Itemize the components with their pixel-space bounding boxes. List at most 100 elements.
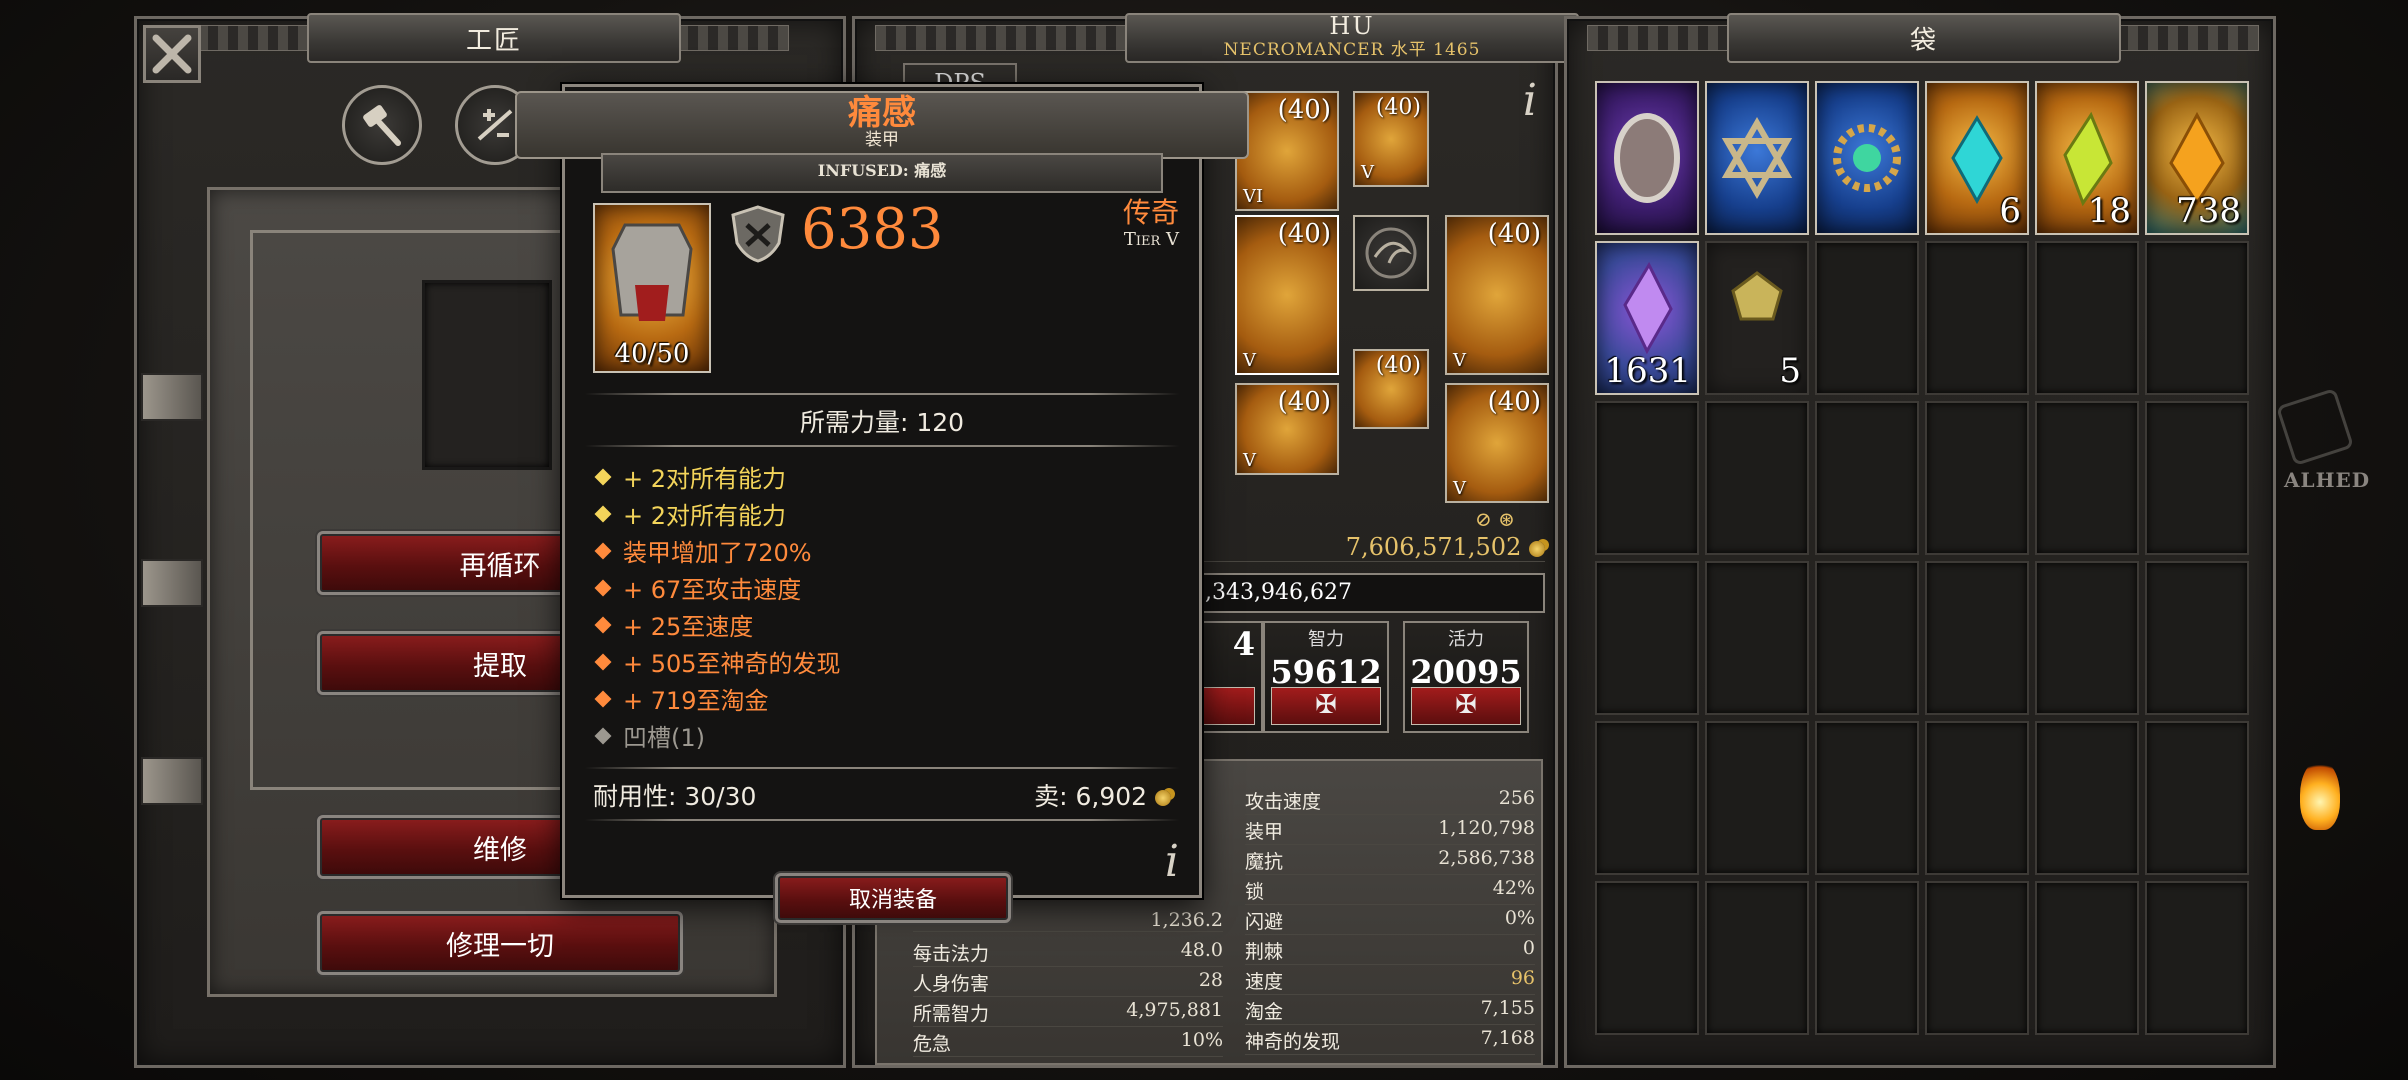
mirror-icon — [1614, 113, 1680, 203]
bag-empty-slot[interactable] — [2145, 881, 2249, 1035]
bag-empty-slot[interactable] — [2145, 241, 2249, 395]
armor-value: 6383 — [801, 197, 944, 262]
gear-slot-tier: V — [1453, 478, 1466, 499]
hexagram-icon — [1721, 116, 1793, 200]
bag-empty-slot[interactable] — [1925, 721, 2029, 875]
gear-slot-belt[interactable]: (40) V — [1235, 383, 1339, 475]
bag-empty-slot[interactable] — [1595, 401, 1699, 555]
gear-slot-shoulder[interactable]: (40) VI — [1235, 91, 1339, 211]
repair-label: 维修 — [473, 834, 527, 866]
stat-row: 人身伤害 28 — [913, 969, 1223, 997]
bag-empty-slot[interactable] — [2145, 721, 2249, 875]
bag-item-purple-crystal[interactable]: 1631 — [1595, 241, 1699, 395]
stat-row: 装甲 1,120,798 — [1245, 817, 1535, 845]
bag-empty-slot[interactable] — [2035, 881, 2139, 1035]
currency-icons-row: ⊘ ⊛ — [1475, 507, 1515, 531]
affix-bullet-icon — [594, 727, 612, 744]
gear-slot-level: (40) — [1277, 95, 1331, 125]
close-icon — [152, 34, 192, 74]
affix-bullet-icon — [594, 542, 612, 559]
bag-empty-slot[interactable] — [1925, 881, 2029, 1035]
hammer-icon — [363, 105, 401, 146]
item-affix: + 2对所有能力 — [594, 459, 786, 494]
item-rarity: 传奇 — [1122, 196, 1179, 229]
bag-empty-slot[interactable] — [1705, 721, 1809, 875]
bag-empty-slot[interactable] — [2035, 401, 2139, 555]
item-affix: 凹槽(1) — [594, 718, 705, 753]
item-affix: + 505至神奇的发现 — [594, 644, 841, 679]
bag-item-hexagram-rune[interactable] — [1705, 81, 1809, 235]
bag-empty-slot[interactable] — [1595, 721, 1699, 875]
bag-empty-slot[interactable] — [1705, 881, 1809, 1035]
bag-empty-slot[interactable] — [1595, 881, 1699, 1035]
bag-grid: 6 18 738 1631 5 — [1595, 81, 2249, 1061]
affix-bullet-icon — [594, 505, 612, 522]
bag-empty-slot[interactable] — [2145, 561, 2249, 715]
tooltip-divider — [585, 445, 1179, 447]
bag-empty-slot[interactable] — [1815, 721, 1919, 875]
gear-slot-tier: V — [1361, 162, 1374, 183]
bag-item-mirror[interactable] — [1595, 81, 1699, 235]
character-title-banner: HU NECROMANCER 水平 1465 — [1125, 13, 1579, 63]
bag-empty-slot[interactable] — [1595, 561, 1699, 715]
close-button[interactable] — [143, 25, 201, 83]
bag-empty-slot[interactable] — [1925, 401, 2029, 555]
tooltip-item-icon: 40/50 — [593, 203, 711, 373]
gear-slot-boots[interactable]: (40) V — [1445, 383, 1549, 503]
bag-item-amber-crystal[interactable]: 738 — [2145, 81, 2249, 235]
bag-empty-slot[interactable] — [1815, 561, 1919, 715]
extract-label: 提取 — [473, 650, 527, 682]
affix-text: + 719至淘金 — [623, 687, 769, 715]
item-requirement: 所需力量: 120 — [799, 408, 965, 437]
gear-slot-tier: V — [1243, 350, 1256, 371]
attribute-value: 59612 — [1270, 653, 1382, 691]
item-tier: Tier V — [1123, 229, 1179, 250]
crafting-item-slot[interactable] — [422, 280, 552, 470]
bag-empty-slot[interactable] — [2035, 241, 2139, 395]
unequip-button[interactable]: 取消装备 — [775, 873, 1011, 923]
tooltip-info-icon[interactable]: i — [1165, 836, 1179, 887]
attribute-box-vitality: 活力 20095 ✠ — [1403, 621, 1529, 733]
stat-row: 每击法力 48.0 — [913, 939, 1223, 967]
bag-empty-slot[interactable] — [1925, 241, 2029, 395]
repair-all-button[interactable]: 修理一切 — [317, 911, 683, 975]
bag-empty-slot[interactable] — [1925, 561, 2029, 715]
bag-empty-slot[interactable] — [1705, 561, 1809, 715]
tooltip-title-banner: 痛感 装甲 — [515, 91, 1249, 159]
recycle-label: 再循环 — [459, 550, 541, 582]
bag-empty-slot[interactable] — [2145, 401, 2249, 555]
stat-row: 神奇的发现 7,168 — [1245, 1027, 1535, 1055]
gear-slot-pet[interactable] — [1353, 215, 1429, 291]
bag-title-banner: 袋 — [1727, 13, 2121, 63]
bag-item-green-crystal[interactable]: 18 — [2035, 81, 2139, 235]
bag-item-cyan-crystal[interactable]: 6 — [1925, 81, 2029, 235]
attribute-plus-button[interactable]: ✠ — [1271, 687, 1381, 725]
bag-empty-slot[interactable] — [1815, 401, 1919, 555]
gear-slot-level: (40) — [1375, 95, 1421, 120]
gear-slot-shield[interactable]: (40) V — [1445, 215, 1549, 375]
bag-item-sun-gem[interactable] — [1815, 81, 1919, 235]
bag-empty-slot[interactable] — [2035, 721, 2139, 875]
hammer-tool-button[interactable] — [342, 85, 422, 165]
item-durability: 耐用性: 30/30 — [593, 782, 757, 811]
affix-text: + 25至速度 — [623, 613, 754, 641]
bag-item-pentagon-token[interactable]: 5 — [1705, 241, 1809, 395]
bag-empty-slot[interactable] — [1815, 881, 1919, 1035]
bag-empty-slot[interactable] — [2035, 561, 2139, 715]
attribute-plus-button[interactable]: ✠ — [1411, 687, 1521, 725]
bag-empty-slot[interactable] — [1705, 401, 1809, 555]
item-quantity: 5 — [1779, 351, 1801, 391]
gear-slot-amulet[interactable]: (40) V — [1353, 91, 1429, 187]
torch-flame-icon — [2300, 760, 2340, 830]
bag-empty-slot[interactable] — [1815, 241, 1919, 395]
item-quantity: 6 — [1999, 191, 2021, 231]
item-upgrade-level: 40/50 — [614, 339, 690, 369]
character-class-level: NECROMANCER 水平 1465 — [1223, 40, 1481, 60]
info-icon[interactable]: i — [1523, 75, 1537, 126]
attribute-box-intelligence: 智力 59612 ✠ — [1263, 621, 1389, 733]
background-caption: ALHED — [2284, 468, 2371, 492]
gear-slot-chest[interactable]: (40) V — [1235, 215, 1339, 375]
gear-slot-ring[interactable]: (40) — [1353, 349, 1429, 429]
unequip-label: 取消装备 — [848, 888, 937, 913]
gear-slot-tier: V — [1453, 350, 1466, 371]
